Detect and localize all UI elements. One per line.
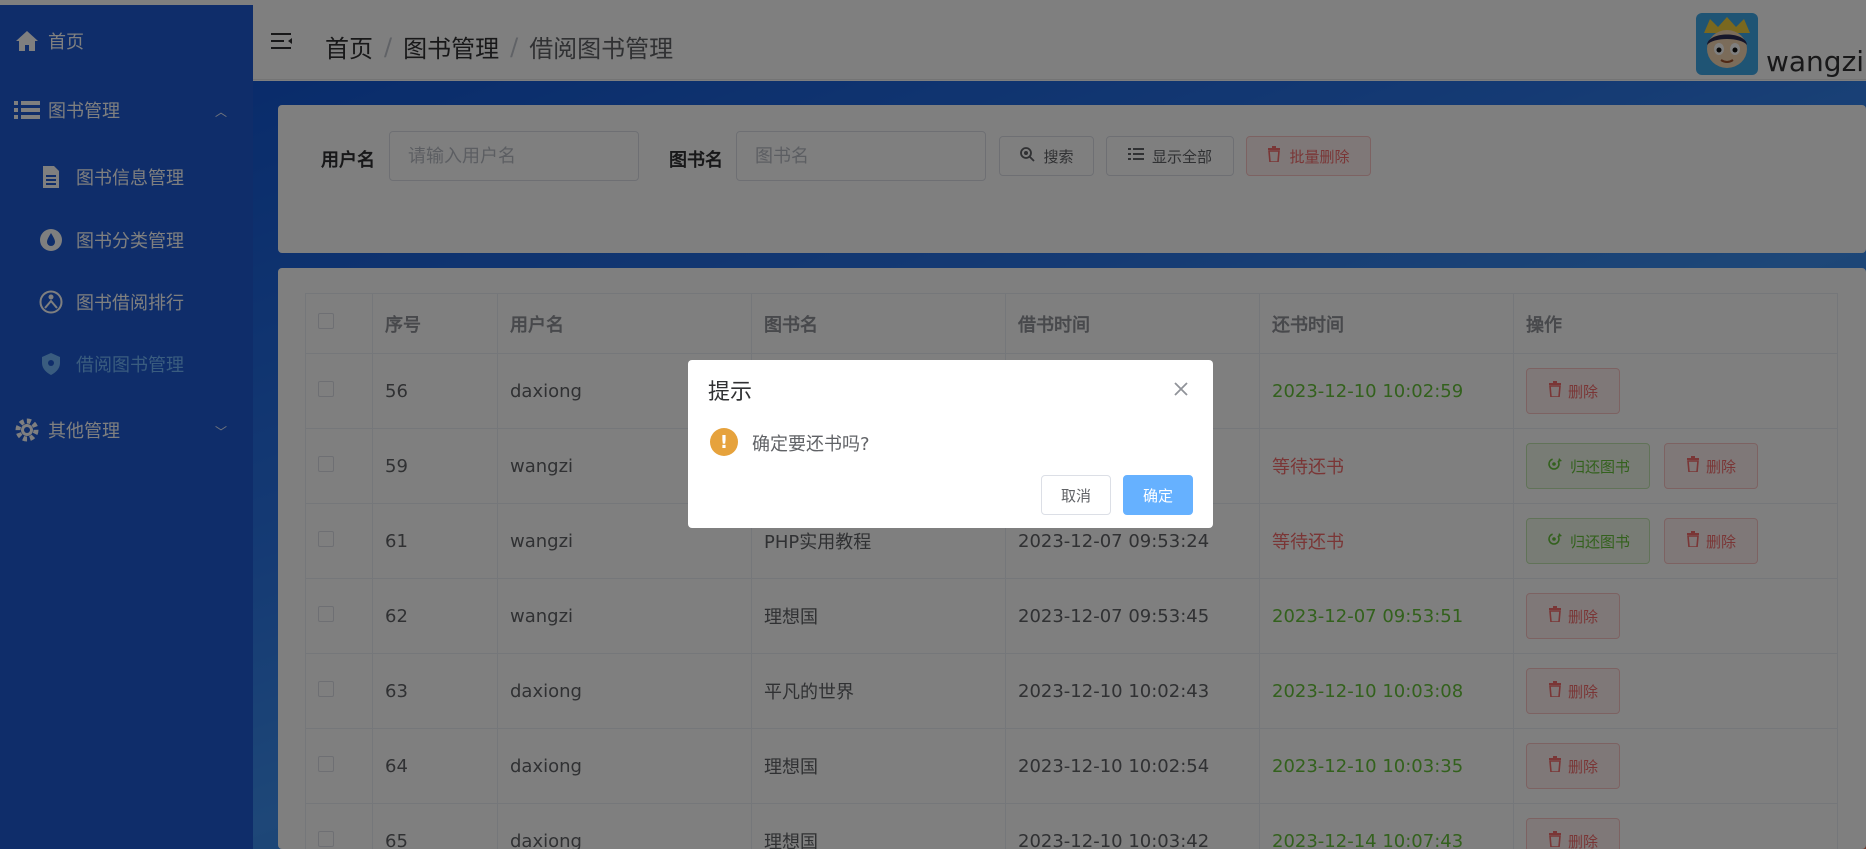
- dialog-title: 提示: [708, 380, 753, 405]
- confirm-dialog: 提示 ! 确定要还书吗? 取消 确定: [688, 360, 1213, 528]
- warning-icon: !: [710, 428, 738, 456]
- dialog-message: 确定要还书吗?: [752, 434, 870, 455]
- close-icon[interactable]: [1172, 380, 1192, 400]
- cancel-button[interactable]: 取消: [1041, 475, 1111, 515]
- confirm-button[interactable]: 确定: [1123, 475, 1193, 515]
